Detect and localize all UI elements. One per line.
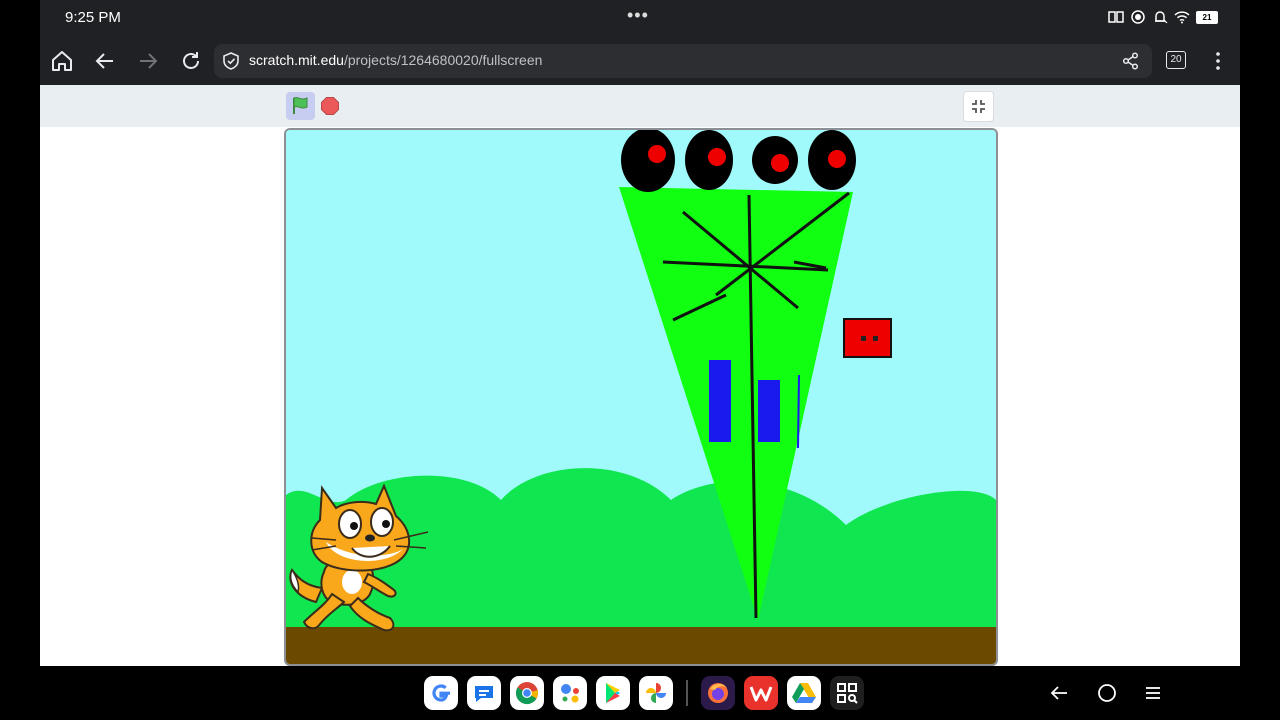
wifi-icon	[1174, 11, 1190, 24]
play-store-app-icon[interactable]	[596, 676, 630, 710]
system-nav-bar	[0, 666, 1280, 720]
url-domain: scratch.mit.edu	[249, 52, 344, 68]
assistant-app-icon[interactable]	[553, 676, 587, 710]
status-time: 9:25 PM	[65, 9, 121, 26]
site-security-icon[interactable]	[222, 52, 240, 70]
dock-separator	[686, 680, 688, 706]
status-bar: 9:25 PM ••• 21	[40, 0, 1240, 38]
url-text[interactable]: scratch.mit.edu/projects/1264680020/full…	[249, 52, 542, 68]
exit-fullscreen-icon	[972, 100, 985, 113]
battery-icon: 21	[1196, 10, 1218, 24]
app-drawer-icon[interactable]	[830, 676, 864, 710]
browser-toolbar: scratch.mit.edu/projects/1264680020/full…	[40, 38, 1240, 85]
photos-app-icon[interactable]	[639, 676, 673, 710]
nav-home-icon[interactable]	[1097, 683, 1117, 703]
drive-app-icon[interactable]	[787, 676, 821, 710]
tab-switcher-button[interactable]: 20	[1166, 51, 1186, 69]
chrome-app-icon[interactable]	[510, 676, 544, 710]
green-flag-button[interactable]	[286, 92, 315, 120]
stop-button[interactable]	[321, 97, 339, 115]
exit-fullscreen-button[interactable]	[963, 91, 994, 122]
project-stage[interactable]	[284, 128, 998, 666]
player-controls	[40, 85, 1240, 127]
reading-mode-icon	[1108, 11, 1124, 23]
brown-ground	[286, 627, 996, 664]
nav-back-icon[interactable]	[1049, 683, 1069, 703]
messages-app-icon[interactable]	[467, 676, 501, 710]
status-icons: 21	[1108, 9, 1218, 25]
red-square-sprite	[843, 318, 892, 358]
status-more-dots: •••	[627, 5, 649, 25]
record-icon	[1131, 10, 1145, 24]
wps-office-app-icon[interactable]	[744, 676, 778, 710]
home-icon[interactable]	[50, 49, 74, 73]
web-page	[40, 85, 1240, 666]
more-menu-icon[interactable]	[1208, 50, 1228, 72]
url-path: /projects/1264680020/fullscreen	[343, 52, 543, 68]
reload-icon[interactable]	[179, 49, 203, 73]
address-bar[interactable]: scratch.mit.edu/projects/1264680020/full…	[214, 44, 1152, 78]
stage-canvas[interactable]	[286, 130, 996, 664]
nav-recents-icon[interactable]	[1143, 683, 1163, 703]
back-icon[interactable]	[93, 49, 117, 73]
app-dock	[424, 676, 864, 710]
share-icon[interactable]	[1122, 52, 1140, 70]
firefox-app-icon[interactable]	[701, 676, 735, 710]
google-app-icon[interactable]	[424, 676, 458, 710]
forward-icon[interactable]	[136, 49, 160, 73]
mute-bell-icon	[1155, 11, 1168, 24]
green-flag-icon	[293, 97, 308, 114]
